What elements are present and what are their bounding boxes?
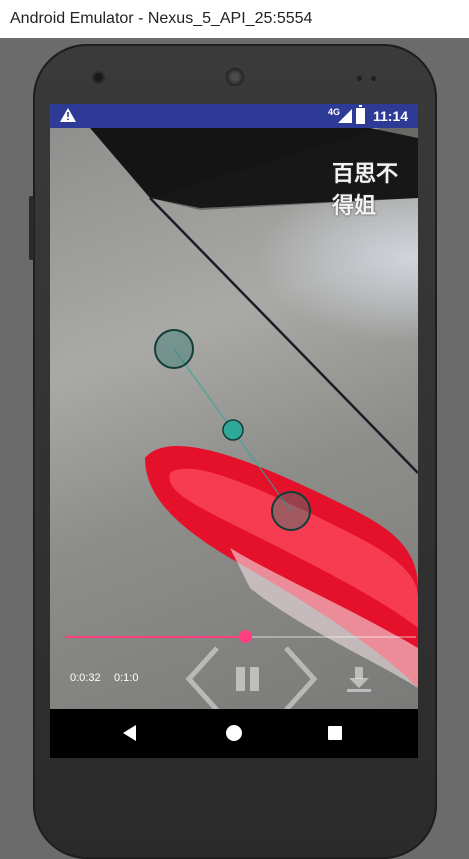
marker-middle	[222, 419, 244, 441]
home-icon[interactable]	[226, 725, 242, 741]
status-bar: 4G 11:14	[50, 104, 418, 128]
battery-icon	[356, 105, 365, 124]
seekbar-thumb[interactable]	[238, 630, 252, 643]
light-sensor	[371, 76, 376, 81]
video-player[interactable]: 百思不得姐	[50, 128, 418, 709]
device-screen: 4G 11:14 百思不得姐 0:0:32 0:1:0	[50, 104, 418, 758]
signal-icon	[338, 109, 352, 123]
status-time: 11:14	[373, 108, 409, 124]
warning-icon	[60, 108, 76, 125]
video-seekbar[interactable]	[66, 630, 416, 643]
seekbar-progress	[66, 636, 245, 638]
emulator-window-title: Android Emulator - Nexus_5_API_25:5554	[0, 0, 469, 38]
recents-icon[interactable]	[328, 726, 342, 740]
video-watermark: 百思不得姐	[332, 161, 399, 218]
download-icon[interactable]	[344, 664, 374, 694]
marker-start	[154, 329, 194, 369]
pause-icon[interactable]	[233, 664, 263, 694]
front-camera	[94, 73, 103, 82]
chevron-left-icon[interactable]	[183, 644, 223, 714]
back-icon[interactable]	[123, 725, 136, 741]
current-time: 0:0:32	[70, 672, 101, 684]
earpiece-speaker	[226, 68, 244, 86]
proximity-sensor	[357, 76, 362, 81]
phone-volume-button	[29, 196, 34, 260]
navigation-bar	[50, 709, 418, 758]
total-time: 0:1:0	[114, 672, 139, 684]
chevron-right-icon[interactable]	[280, 644, 320, 714]
marker-end	[271, 491, 311, 531]
